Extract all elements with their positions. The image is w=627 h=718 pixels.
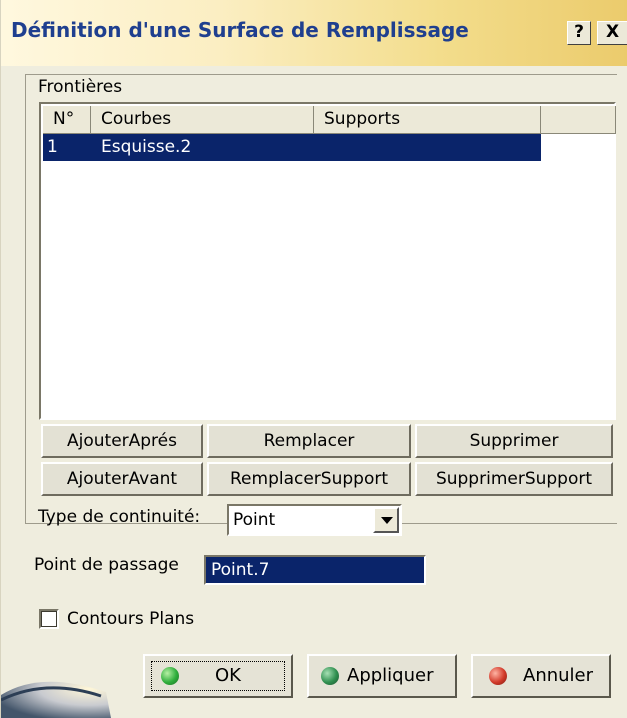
column-header-supports[interactable]: Supports xyxy=(314,106,541,134)
column-header-number[interactable]: N° xyxy=(43,106,91,134)
continuity-value: Point xyxy=(233,510,276,530)
passage-point-field[interactable]: Point.7 xyxy=(204,555,426,585)
close-button[interactable]: X xyxy=(597,21,627,45)
boundaries-group-label: Frontières xyxy=(37,77,124,97)
help-button[interactable]: ? xyxy=(567,21,591,45)
replace-button[interactable]: Remplacer xyxy=(207,424,411,458)
column-header-curves[interactable]: Courbes xyxy=(91,106,314,134)
cancel-label: Annuler xyxy=(523,665,594,686)
add-after-button[interactable]: AjouterAprés xyxy=(41,424,203,458)
fill-surface-dialog: Définition d'une Surface de Remplissage … xyxy=(0,0,627,718)
chevron-down-icon[interactable] xyxy=(373,507,399,533)
passage-point-label: Point de passage xyxy=(34,555,179,575)
apply-label: Appliquer xyxy=(347,665,434,686)
column-header-extra xyxy=(541,106,616,134)
planar-contours-label[interactable]: Contours Plans xyxy=(67,609,194,629)
dialog-title: Définition d'une Surface de Remplissage xyxy=(11,18,469,42)
continuity-label: Type de continuité: xyxy=(38,507,201,527)
ok-button[interactable]: OK xyxy=(143,654,293,698)
apply-status-icon xyxy=(321,667,339,685)
row-number: 1 xyxy=(47,137,58,157)
table-header: N° Courbes Supports xyxy=(43,106,616,134)
apply-button[interactable]: Appliquer xyxy=(307,654,457,698)
replace-support-button[interactable]: RemplacerSupport xyxy=(207,462,411,496)
cancel-button[interactable]: Annuler xyxy=(471,654,611,698)
delete-button[interactable]: Supprimer xyxy=(415,424,613,458)
ok-label: OK xyxy=(215,665,241,686)
planar-contours-checkbox[interactable] xyxy=(39,609,59,629)
add-before-button[interactable]: AjouterAvant xyxy=(41,462,203,496)
title-bar[interactable]: Définition d'une Surface de Remplissage … xyxy=(1,0,627,66)
row-curve: Esquisse.2 xyxy=(101,137,192,157)
cancel-status-icon xyxy=(489,667,507,685)
ok-status-icon xyxy=(161,667,179,685)
delete-support-button[interactable]: SupprimerSupport xyxy=(415,462,613,496)
table-row[interactable]: 1 Esquisse.2 xyxy=(43,134,541,161)
continuity-select[interactable]: Point xyxy=(227,504,402,536)
boundaries-table[interactable]: N° Courbes Supports 1 Esquisse.2 xyxy=(39,102,616,420)
decorative-corner-graphic xyxy=(1,640,111,718)
